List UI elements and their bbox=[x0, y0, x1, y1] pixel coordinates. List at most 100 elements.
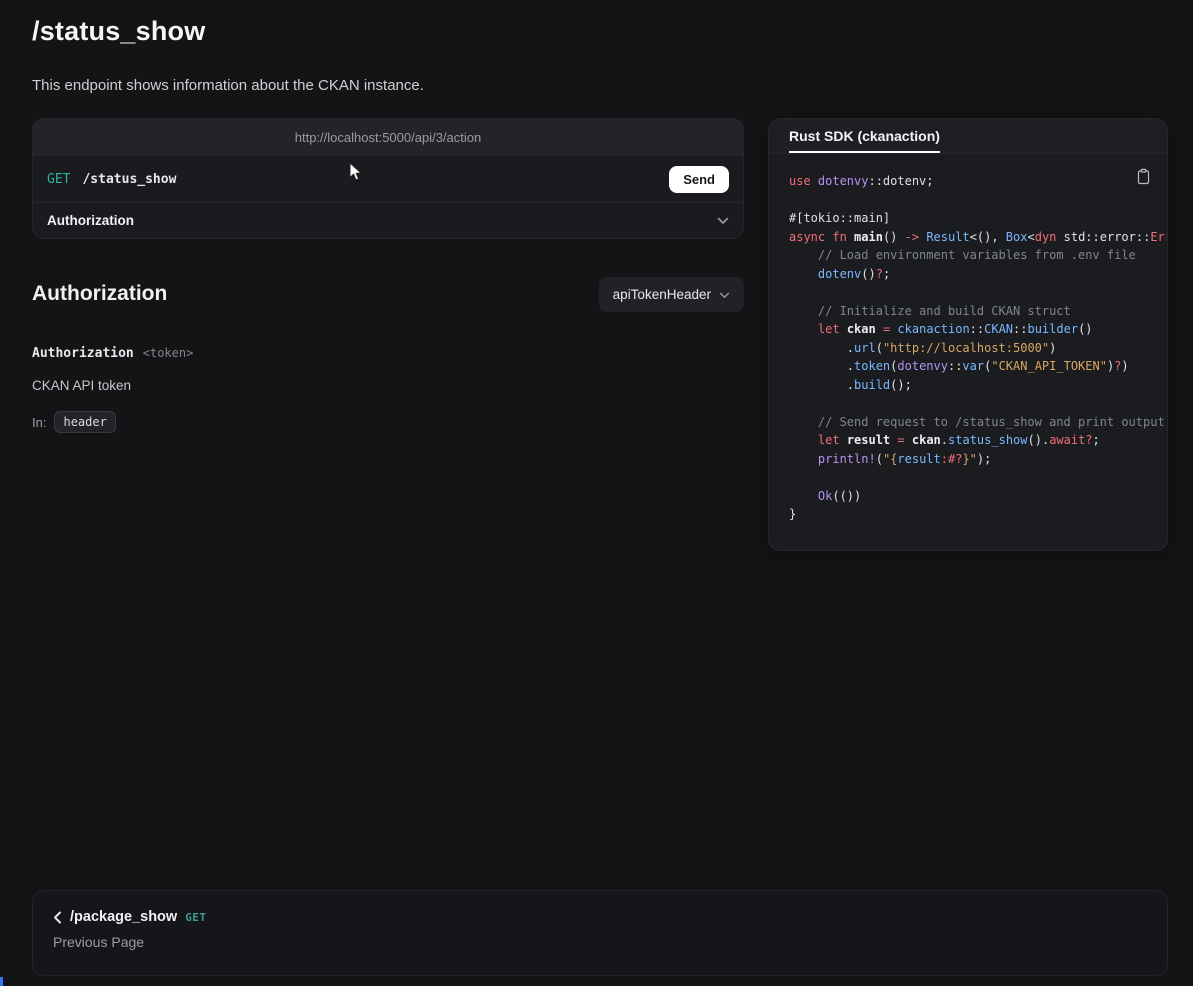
code-line bbox=[789, 468, 1167, 487]
code-token: (); bbox=[890, 378, 912, 392]
authorization-heading: Authorization bbox=[32, 282, 167, 306]
sdk-panel-header: Rust SDK (ckanaction) bbox=[769, 119, 1167, 154]
auth-param-row: Authorization <token> bbox=[32, 346, 193, 361]
chevron-down-icon bbox=[717, 212, 729, 230]
auth-scheme-value: apiTokenHeader bbox=[613, 287, 711, 302]
mouse-cursor-icon bbox=[348, 162, 364, 187]
send-button[interactable]: Send bbox=[669, 166, 729, 193]
auth-param-description: CKAN API token bbox=[32, 378, 131, 393]
previous-page-card[interactable]: /package_show GET Previous Page bbox=[32, 890, 1168, 976]
code-token: ckanaction bbox=[897, 322, 969, 336]
code-token: dotenvy bbox=[897, 359, 948, 373]
code-token: :: bbox=[970, 322, 984, 336]
code-token bbox=[905, 433, 912, 447]
auth-param-name: Authorization bbox=[32, 346, 134, 361]
code-token: result bbox=[847, 433, 890, 447]
code-line: } bbox=[789, 505, 1167, 524]
code-token: build bbox=[854, 378, 890, 392]
in-value-badge: header bbox=[54, 411, 115, 433]
code-token: println! bbox=[818, 452, 876, 466]
code-line: use dotenvy::dotenv; bbox=[789, 172, 1167, 191]
code-token: () bbox=[861, 267, 875, 281]
code-token: } bbox=[789, 507, 796, 521]
code-area: use dotenvy::dotenv; #[tokio::main]async… bbox=[769, 154, 1167, 551]
code-token: main bbox=[854, 230, 883, 244]
request-row: GET /status_show Send bbox=[33, 156, 743, 202]
code-token: ; bbox=[883, 267, 890, 281]
code-token: (). bbox=[1028, 433, 1050, 447]
code-token: :: bbox=[948, 359, 962, 373]
code-line: let ckan = ckanaction::CKAN::builder() bbox=[789, 320, 1167, 339]
auth-scheme-dropdown[interactable]: apiTokenHeader bbox=[599, 277, 744, 312]
code-line: async fn main() -> Result<(), Box<dyn st… bbox=[789, 228, 1167, 247]
code-token bbox=[789, 322, 818, 336]
code-token: . bbox=[789, 341, 854, 355]
previous-page-path: /package_show bbox=[70, 909, 177, 925]
code-token: let bbox=[818, 322, 847, 336]
code-line bbox=[789, 394, 1167, 413]
previous-page-title-row: /package_show GET bbox=[53, 909, 1147, 925]
code-token bbox=[876, 322, 883, 336]
code-token: use bbox=[789, 174, 818, 188]
page-title: /status_show bbox=[32, 16, 205, 47]
tab-rust-sdk[interactable]: Rust SDK (ckanaction) bbox=[789, 128, 940, 153]
chevron-left-icon bbox=[53, 911, 62, 924]
code-token: Error bbox=[1150, 230, 1167, 244]
code-token: Box bbox=[1006, 230, 1028, 244]
code-token: Result bbox=[926, 230, 969, 244]
code-token: // Initialize and build CKAN struct bbox=[789, 304, 1071, 318]
code-token: ( bbox=[876, 341, 883, 355]
code-line: Ok(()) bbox=[789, 487, 1167, 506]
code-line: println!("{result:#?}"); bbox=[789, 450, 1167, 469]
code-token: status_show bbox=[948, 433, 1027, 447]
request-card: http://localhost:5000/api/3/action GET /… bbox=[32, 118, 744, 239]
authorization-collapse-row[interactable]: Authorization bbox=[33, 202, 743, 238]
code-token: "CKAN_API_TOKEN" bbox=[991, 359, 1107, 373]
base-url-bar: http://localhost:5000/api/3/action bbox=[33, 119, 743, 156]
chevron-down-icon bbox=[719, 287, 730, 302]
code-line bbox=[789, 283, 1167, 302]
code-token: () bbox=[1078, 322, 1092, 336]
auth-param-type: <token> bbox=[143, 346, 194, 360]
code-token: builder bbox=[1027, 322, 1078, 336]
code-token: #[tokio::main] bbox=[789, 211, 890, 225]
code-token: :#? bbox=[941, 452, 963, 466]
code-token: async fn bbox=[789, 230, 854, 244]
code-token: CKAN bbox=[984, 322, 1013, 336]
api-docs-page: /status_show This endpoint shows informa… bbox=[0, 0, 1193, 986]
previous-page-method-badge: GET bbox=[185, 911, 206, 924]
code-token: ckan bbox=[847, 322, 876, 336]
code-line: .build(); bbox=[789, 376, 1167, 395]
code-token: token bbox=[854, 359, 890, 373]
code-token: result bbox=[897, 452, 940, 466]
code-token: await? bbox=[1049, 433, 1092, 447]
base-url-text: http://localhost:5000/api/3/action bbox=[295, 130, 481, 145]
code-token bbox=[789, 489, 818, 503]
code-token: ? bbox=[876, 267, 883, 281]
code-token: std::error:: bbox=[1056, 230, 1150, 244]
authorization-section-header: Authorization apiTokenHeader bbox=[32, 276, 744, 312]
code-token: :: bbox=[1013, 322, 1027, 336]
code-token: dotenv bbox=[818, 267, 861, 281]
code-token: dyn bbox=[1035, 230, 1057, 244]
code-token: Ok bbox=[818, 489, 832, 503]
http-method-badge: GET bbox=[47, 172, 70, 187]
code-token bbox=[789, 267, 818, 281]
code-token: var bbox=[962, 359, 984, 373]
copy-code-button[interactable] bbox=[1132, 164, 1155, 192]
auth-param-location-row: In: header bbox=[32, 411, 116, 433]
code-token: (()) bbox=[832, 489, 861, 503]
code-token: url bbox=[854, 341, 876, 355]
code-line: .url("http://localhost:5000") bbox=[789, 339, 1167, 358]
endpoint-path: /status_show bbox=[82, 172, 176, 187]
code-line: // Initialize and build CKAN struct bbox=[789, 302, 1167, 321]
authorization-collapse-label: Authorization bbox=[47, 213, 134, 228]
code-token: ckan bbox=[912, 433, 941, 447]
code-token: <(), bbox=[970, 230, 1006, 244]
code-token: < bbox=[1027, 230, 1034, 244]
code-token: . bbox=[789, 378, 854, 392]
code-token: }" bbox=[962, 452, 976, 466]
code-token: -> bbox=[905, 230, 919, 244]
code-block: use dotenvy::dotenv; #[tokio::main]async… bbox=[789, 172, 1167, 524]
code-token: // Load environment variables from .env … bbox=[789, 248, 1136, 262]
